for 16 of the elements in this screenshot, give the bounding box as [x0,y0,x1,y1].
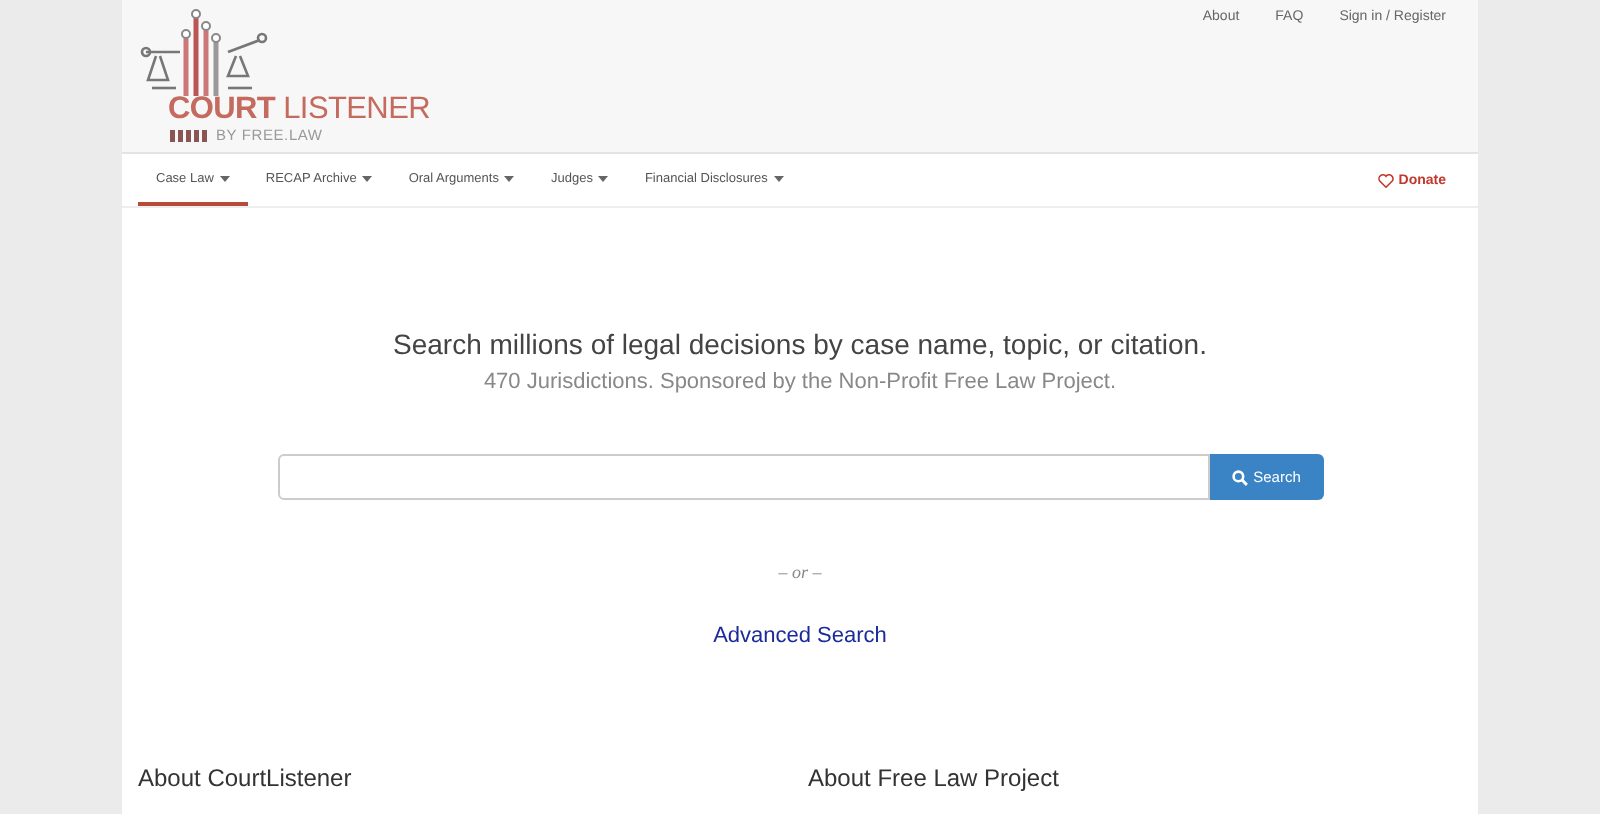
caret-icon [773,175,784,181]
caret-icon [504,175,515,181]
bars-icon [170,129,210,141]
or-divider-text: – or – [778,562,822,582]
caret-icon [598,175,609,181]
search-field[interactable] [277,454,1209,500]
caret-icon [362,175,373,181]
heart-icon [1378,173,1395,187]
logo-wordmark: COURT LISTENER [168,94,433,126]
section-heading: About CourtListener [138,764,354,792]
headline: Search millions of legal decisions by case name, topic, or citation. [393,328,1207,360]
subtitle: 470 Jurisdictions. Sponsored by the Non-Profit Free Law Project. [483,370,1117,394]
search-icon [1231,469,1248,485]
caret-icon [219,175,230,181]
section-heading: About Free Law Project [808,764,1061,792]
advanced-search-link[interactable]: Advanced Search [713,624,887,648]
